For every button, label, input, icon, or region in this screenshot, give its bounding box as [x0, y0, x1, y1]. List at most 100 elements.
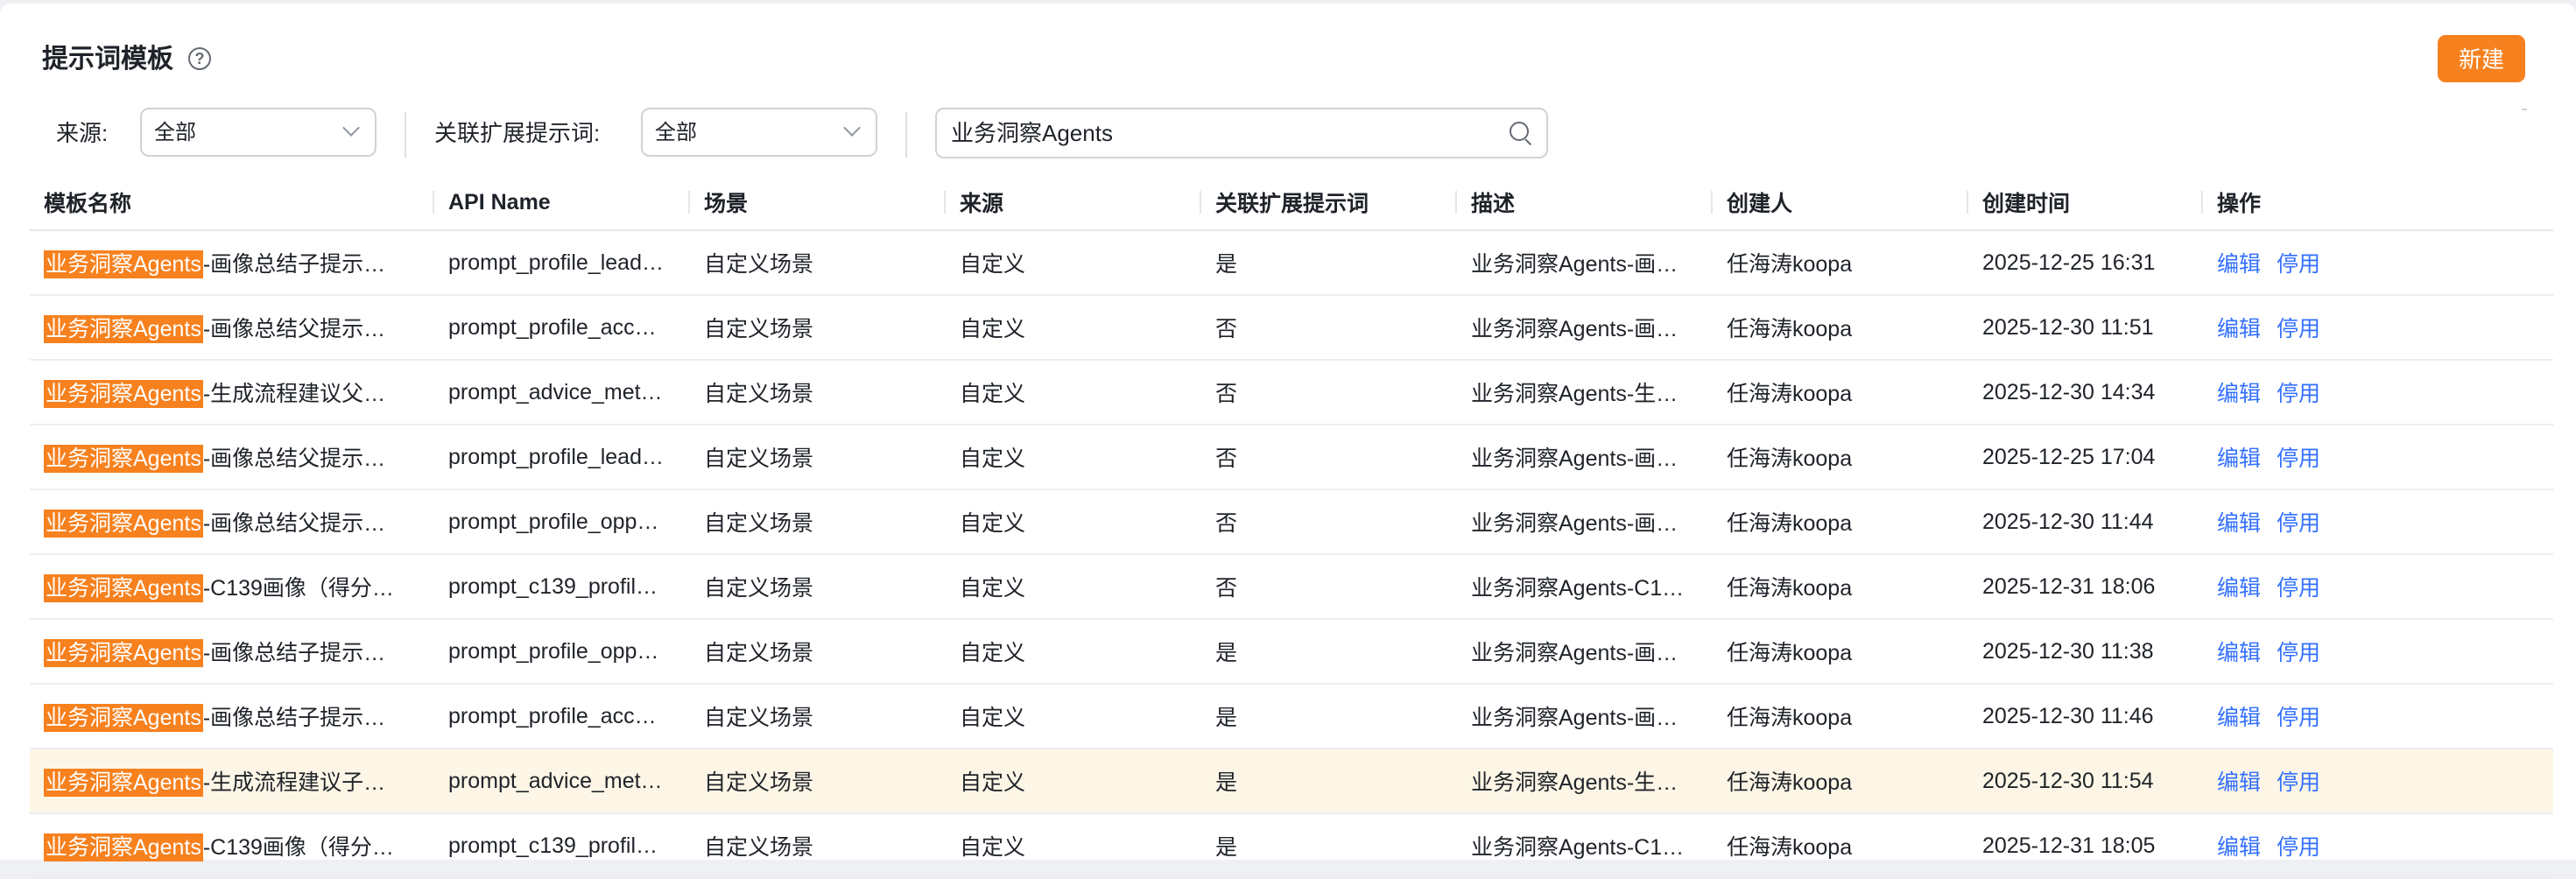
scene-cell: 自定义场景	[690, 360, 946, 425]
source-filter-label: 来源:	[56, 120, 109, 146]
actions-cell: 编辑 停用	[2203, 425, 2553, 490]
ext-cell: 否	[1201, 425, 1457, 490]
template-name-rest: -画像总结子提示…	[202, 706, 386, 730]
creator-cell: 任海涛koopa	[1713, 360, 1968, 425]
filter-divider	[405, 112, 406, 158]
disable-link[interactable]: 停用	[2277, 835, 2320, 860]
table-row[interactable]: 业务洞察Agents-生成流程建议子… prompt_advice_met… 自定义…	[30, 749, 2553, 814]
col-source-header: 来源	[946, 175, 1201, 231]
disable-link[interactable]: 停用	[2277, 770, 2320, 795]
edit-link[interactable]: 编辑	[2217, 447, 2261, 471]
new-button[interactable]: 新建	[2438, 35, 2525, 82]
search-match-highlight: 业务洞察Agents	[44, 574, 203, 602]
edit-link[interactable]: 编辑	[2217, 641, 2261, 665]
source-cell: 自定义	[946, 230, 1201, 296]
disable-link[interactable]: 停用	[2277, 447, 2320, 471]
search-input-value: 业务洞察Agents	[951, 120, 1113, 146]
creator-cell: 任海涛koopa	[1713, 295, 1968, 361]
actions-cell: 编辑 停用	[2203, 554, 2553, 620]
edit-link[interactable]: 编辑	[2217, 317, 2261, 341]
source-select[interactable]: 全部	[140, 108, 377, 157]
ext-cell: 否	[1201, 489, 1457, 555]
ext-select[interactable]: 全部	[641, 108, 877, 157]
ext-cell: 是	[1201, 813, 1457, 879]
edit-link[interactable]: 编辑	[2217, 770, 2261, 795]
ext-filter-label: 关联扩展提示词:	[434, 120, 601, 146]
scene-cell: 自定义场景	[690, 813, 946, 879]
scene-cell: 自定义场景	[690, 489, 946, 555]
created-time-cell: 2025-12-31 18:06	[1968, 554, 2203, 620]
template-name-rest: -生成流程建议子…	[202, 770, 386, 795]
template-name-rest: -画像总结子提示…	[202, 641, 386, 665]
disable-link[interactable]: 停用	[2277, 511, 2320, 536]
template-name-rest: -C139画像（得分…	[202, 835, 394, 860]
edit-link[interactable]: 编辑	[2217, 511, 2261, 536]
edit-link[interactable]: 编辑	[2217, 252, 2261, 277]
column-header-label: API Name	[448, 189, 551, 214]
search-match-highlight: 业务洞察Agents	[44, 639, 203, 667]
api-name-cell: prompt_profile_lead…	[434, 425, 690, 490]
edit-link[interactable]: 编辑	[2217, 835, 2261, 860]
created-time-cell: 2025-12-30 11:54	[1968, 749, 2203, 814]
source-cell: 自定义	[946, 295, 1201, 361]
description-cell: 业务洞察Agents-C1…	[1457, 813, 1713, 879]
api-name-cell: prompt_profile_opp…	[434, 619, 690, 685]
filter-divider	[905, 112, 907, 158]
template-name-cell: 业务洞察Agents-C139画像（得分…	[30, 813, 434, 879]
api-name-cell: prompt_advice_met…	[434, 749, 690, 814]
description-cell: 业务洞察Agents-生…	[1457, 360, 1713, 425]
description-cell: 业务洞察Agents-画…	[1457, 425, 1713, 490]
created-time-cell: 2025-12-25 17:04	[1968, 425, 2203, 490]
disable-link[interactable]: 停用	[2277, 252, 2320, 277]
edit-link[interactable]: 编辑	[2217, 576, 2261, 601]
description-cell: 业务洞察Agents-画…	[1457, 619, 1713, 685]
creator-cell: 任海涛koopa	[1713, 813, 1968, 879]
question-circle-icon[interactable]: ?	[188, 47, 211, 70]
column-header-label: 场景	[704, 192, 749, 216]
search-match-highlight: 业务洞察Agents	[44, 250, 203, 278]
source-select-value: 全部	[154, 121, 196, 144]
table-row[interactable]: 业务洞察Agents-C139画像（得分… prompt_c139_profil……	[30, 554, 2553, 620]
table-row[interactable]: 业务洞察Agents-画像总结父提示… prompt_profile_lead… 自…	[30, 425, 2553, 490]
table-row[interactable]: 业务洞察Agents-画像总结子提示… prompt_profile_lead… 自…	[30, 230, 2553, 296]
actions-cell: 编辑 停用	[2203, 489, 2553, 555]
table-row[interactable]: 业务洞察Agents-画像总结父提示… prompt_profile_opp… 自定…	[30, 489, 2553, 555]
ext-cell: 否	[1201, 295, 1457, 361]
disable-link[interactable]: 停用	[2277, 706, 2320, 730]
disable-link[interactable]: 停用	[2277, 576, 2320, 601]
ext-cell: 是	[1201, 684, 1457, 749]
col-api-name-header: API Name	[434, 175, 690, 231]
search-icon[interactable]	[1510, 122, 1532, 146]
disable-link[interactable]: 停用	[2277, 317, 2320, 341]
col-scene-header: 场景	[690, 175, 946, 231]
table-body: 业务洞察Agents-画像总结子提示… prompt_profile_lead… 自…	[30, 230, 2553, 879]
api-name-cell: prompt_c139_profil…	[434, 813, 690, 879]
template-table: 模板名称 API Name 场景 来源 关联扩展提示词 描述 创建人 创建时间 操作 业务洞察A…	[30, 175, 2553, 879]
table-row[interactable]: 业务洞察Agents-画像总结子提示… prompt_profile_opp… 自定…	[30, 619, 2553, 685]
table-row[interactable]: 业务洞察Agents-C139画像（得分… prompt_c139_profil……	[30, 813, 2553, 879]
table-row[interactable]: 业务洞察Agents-生成流程建议父… prompt_advice_met… 自定义…	[30, 360, 2553, 425]
column-header-label: 创建人	[1727, 192, 1793, 216]
created-time-cell: 2025-12-30 11:38	[1968, 619, 2203, 685]
creator-cell: 任海涛koopa	[1713, 554, 1968, 620]
api-name-cell: prompt_profile_acc…	[434, 295, 690, 361]
description-cell: 业务洞察Agents-C1…	[1457, 554, 1713, 620]
disable-link[interactable]: 停用	[2277, 641, 2320, 665]
actions-cell: 编辑 停用	[2203, 360, 2553, 425]
table-row[interactable]: 业务洞察Agents-画像总结子提示… prompt_profile_acc… 自定…	[30, 684, 2553, 749]
scene-cell: 自定义场景	[690, 295, 946, 361]
source-cell: 自定义	[946, 813, 1201, 879]
table-row[interactable]: 业务洞察Agents-画像总结父提示… prompt_profile_acc… 自定…	[30, 295, 2553, 361]
disable-link[interactable]: 停用	[2277, 382, 2320, 406]
actions-cell: 编辑 停用	[2203, 619, 2553, 685]
description-cell: 业务洞察Agents-画…	[1457, 295, 1713, 361]
edit-link[interactable]: 编辑	[2217, 382, 2261, 406]
description-cell: 业务洞察Agents-画…	[1457, 230, 1713, 296]
template-name-cell: 业务洞察Agents-画像总结子提示…	[30, 230, 434, 296]
scene-cell: 自定义场景	[690, 425, 946, 490]
template-name-rest: -画像总结父提示…	[202, 511, 386, 536]
actions-cell: 编辑 停用	[2203, 230, 2553, 296]
scene-cell: 自定义场景	[690, 749, 946, 814]
creator-cell: 任海涛koopa	[1713, 425, 1968, 490]
edit-link[interactable]: 编辑	[2217, 706, 2261, 730]
